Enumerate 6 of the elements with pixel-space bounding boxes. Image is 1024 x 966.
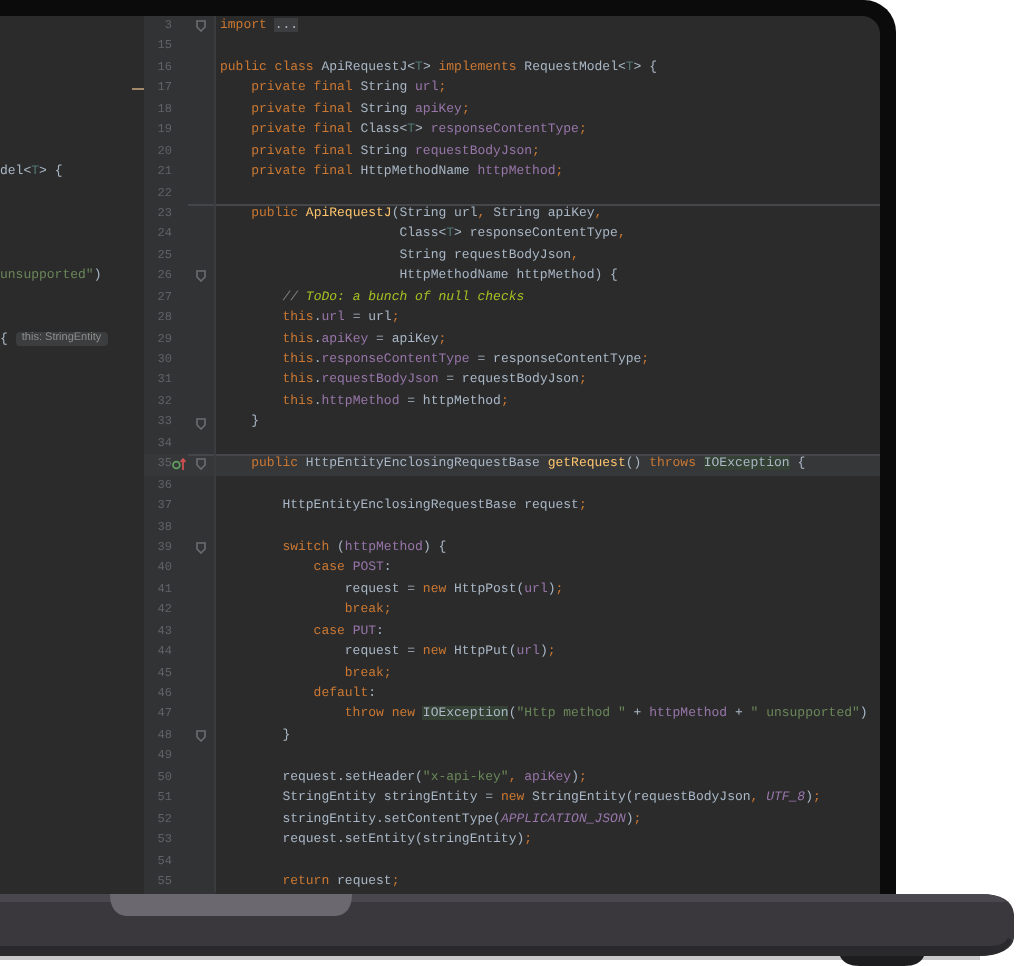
fold-icon[interactable] [196,270,206,283]
fold-icon[interactable] [196,20,206,33]
fold-icon[interactable] [196,417,206,430]
fold-icon[interactable] [196,542,206,555]
fold-icon[interactable] [196,458,206,471]
fold-icon[interactable] [196,730,206,743]
